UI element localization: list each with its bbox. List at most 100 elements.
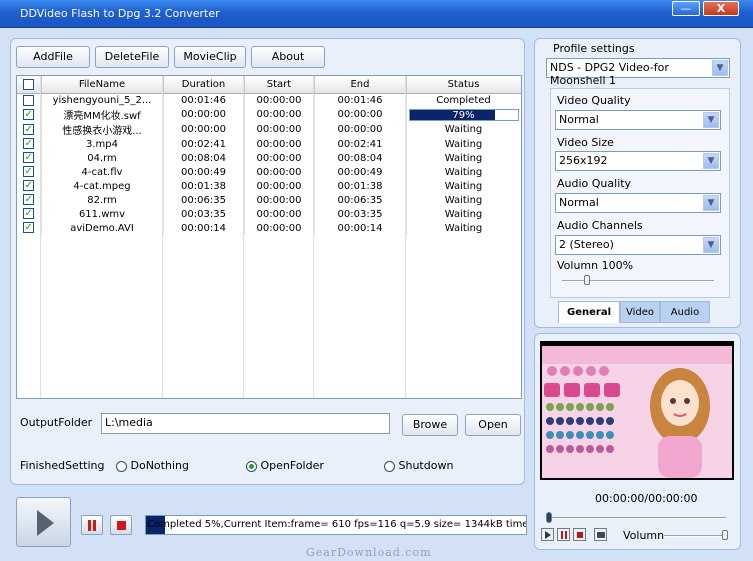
- camera-icon: [597, 532, 605, 538]
- cell-status: Waiting: [406, 179, 521, 193]
- preview-screen: [540, 341, 734, 480]
- volume-label: Volumn 100%: [557, 259, 634, 272]
- table-row[interactable]: ✓ 82.rm 00:06:35 00:00:00 00:06:35 Waiting: [17, 193, 521, 207]
- cell-filename: 3.mp4: [41, 137, 164, 151]
- cell-end: 00:08:04: [314, 151, 407, 165]
- row-checkbox[interactable]: ✓: [17, 151, 42, 165]
- select-all-checkbox[interactable]: [17, 76, 42, 94]
- preview-seek-track[interactable]: [548, 517, 726, 519]
- open-folder-button[interactable]: Open: [465, 414, 521, 436]
- cell-duration: 00:01:46: [163, 93, 245, 107]
- cell-end: 00:06:35: [314, 193, 407, 207]
- cell-start: 00:00:00: [244, 193, 315, 207]
- output-folder-input[interactable]: L:\media: [101, 413, 390, 434]
- play-icon: [37, 510, 54, 536]
- cell-status: Waiting: [406, 151, 521, 165]
- video-size-select[interactable]: 256x192 ▼: [555, 151, 721, 171]
- browse-button[interactable]: Browe: [402, 414, 458, 436]
- cell-end: 00:00:00: [314, 107, 407, 122]
- volume-slider-thumb[interactable]: [584, 275, 590, 285]
- video-quality-select[interactable]: Normal ▼: [555, 110, 721, 130]
- row-checkbox[interactable]: ✓: [17, 221, 42, 235]
- delete-file-button[interactable]: DeleteFile: [95, 46, 169, 68]
- stop-button[interactable]: [110, 515, 132, 535]
- movie-clip-button[interactable]: MovieClip: [174, 46, 246, 68]
- cell-status: Waiting: [406, 221, 521, 235]
- preview-frame-image: [542, 346, 732, 478]
- cell-status: Waiting: [406, 207, 521, 221]
- cell-start: 00:00:00: [244, 107, 315, 122]
- radio-shutdown[interactable]: Shutdown: [384, 459, 453, 472]
- cell-duration: 00:06:35: [163, 193, 245, 207]
- table-row[interactable]: ✓ aviDemo.AVI 00:00:14 00:00:00 00:00:14 Wait…: [17, 221, 521, 235]
- chevron-down-icon: ▼: [703, 112, 719, 128]
- cell-end: 00:01:38: [314, 179, 407, 193]
- audio-channels-select[interactable]: 2 (Stereo) ▼: [555, 235, 721, 255]
- profile-settings-label: Profile settings: [553, 42, 635, 55]
- row-checkbox[interactable]: [17, 93, 42, 107]
- table-row[interactable]: ✓ 611.wmv 00:03:35 00:00:00 00:03:35 Waiting: [17, 207, 521, 221]
- cell-duration: 00:00:00: [163, 122, 245, 137]
- tab-general[interactable]: General: [558, 301, 620, 323]
- close-button[interactable]: X: [703, 1, 739, 16]
- row-checkbox[interactable]: ✓: [17, 207, 42, 221]
- row-checkbox[interactable]: ✓: [17, 122, 42, 137]
- chevron-down-icon: ▼: [712, 60, 728, 76]
- add-file-button[interactable]: AddFile: [16, 46, 90, 68]
- column-header-end[interactable]: End: [314, 76, 407, 94]
- radio-open-folder[interactable]: OpenFolder: [246, 459, 324, 472]
- cell-end: 00:01:46: [314, 93, 407, 107]
- cell-end: 00:00:14: [314, 221, 407, 235]
- preview-volume-track[interactable]: [664, 535, 728, 537]
- cell-status: Completed: [406, 93, 521, 107]
- tab-audio[interactable]: Audio: [660, 301, 710, 323]
- row-progress-bar: 79%: [408, 108, 519, 121]
- column-header-duration[interactable]: Duration: [163, 76, 245, 94]
- row-checkbox[interactable]: ✓: [17, 193, 42, 207]
- cell-end: 00:03:35: [314, 207, 407, 221]
- cell-start: 00:00:00: [244, 221, 315, 235]
- audio-quality-select[interactable]: Normal ▼: [555, 193, 721, 213]
- profile-select[interactable]: NDS - DPG2 Video-for Moonshell 1 ▼: [546, 58, 730, 87]
- about-button[interactable]: About: [251, 46, 325, 68]
- table-row[interactable]: yishengyouni_5_2... 00:01:46 00:00:00 00:01…: [17, 93, 521, 107]
- file-list[interactable]: FileName Duration Start End Status yishe…: [16, 75, 522, 399]
- cell-filename: aviDemo.AVI: [41, 221, 164, 235]
- table-row[interactable]: ✓ 漂亮MM化妆.swf 00:00:00 00:00:00 00:00:00 79%: [17, 107, 521, 122]
- cell-filename: 82.rm: [41, 193, 164, 207]
- preview-time-readout: 00:00:00/00:00:00: [595, 492, 698, 505]
- column-header-status[interactable]: Status: [406, 76, 521, 94]
- pause-icon: [88, 520, 91, 531]
- column-header-start[interactable]: Start: [244, 76, 315, 94]
- pause-button[interactable]: [81, 515, 103, 535]
- row-checkbox[interactable]: ✓: [17, 179, 42, 193]
- preview-seek-thumb[interactable]: [546, 512, 552, 523]
- start-convert-button[interactable]: [16, 497, 71, 547]
- table-row[interactable]: ✓ 3.mp4 00:02:41 00:00:00 00:02:41 Waiting: [17, 137, 521, 151]
- minimize-button[interactable]: —: [672, 1, 700, 16]
- column-header-filename[interactable]: FileName: [41, 76, 164, 94]
- cell-filename: 4-cat.flv: [41, 165, 164, 179]
- table-row[interactable]: ✓ 4-cat.flv 00:00:49 00:00:00 00:00:49 Waitin…: [17, 165, 521, 179]
- preview-snapshot-button[interactable]: [594, 528, 607, 541]
- tab-video[interactable]: Video: [620, 301, 660, 323]
- cell-start: 00:00:00: [244, 93, 315, 107]
- preview-volume-thumb[interactable]: [722, 530, 728, 540]
- cell-start: 00:00:00: [244, 122, 315, 137]
- cell-filename: 04.rm: [41, 151, 164, 165]
- table-row[interactable]: ✓ 04.rm 00:08:04 00:00:00 00:08:04 Waiting: [17, 151, 521, 165]
- title-bar: DDVideo Flash to Dpg 3.2 Converter — X: [0, 0, 753, 28]
- row-checkbox[interactable]: ✓: [17, 107, 42, 122]
- audio-quality-label: Audio Quality: [557, 177, 632, 190]
- cell-status: Waiting: [406, 122, 521, 137]
- row-checkbox[interactable]: ✓: [17, 165, 42, 179]
- table-row[interactable]: ✓ 4-cat.mpeg 00:01:38 00:00:00 00:01:38 Waiti…: [17, 179, 521, 193]
- preview-play-button[interactable]: [541, 528, 554, 541]
- row-checkbox[interactable]: ✓: [17, 137, 42, 151]
- cell-filename: 611.wmv: [41, 207, 164, 221]
- table-row[interactable]: ✓ 性感换衣小游戏... 00:00:00 00:00:00 00:00:00 Waiti…: [17, 122, 521, 137]
- preview-pause-button[interactable]: [557, 528, 570, 541]
- preview-stop-button[interactable]: [573, 528, 586, 541]
- stop-icon: [577, 532, 583, 538]
- radio-do-nothing[interactable]: DoNothing: [116, 459, 189, 472]
